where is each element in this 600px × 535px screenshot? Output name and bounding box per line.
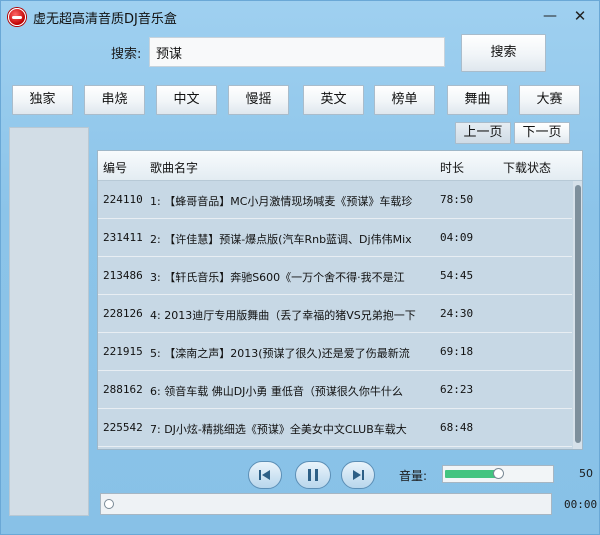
volume-value: 50 (579, 467, 593, 480)
table-scrollbar[interactable] (573, 181, 582, 449)
prev-track-button[interactable] (248, 461, 282, 489)
song-id: 221915 (103, 345, 143, 358)
song-duration: 62:23 (440, 383, 474, 396)
search-button[interactable]: 搜索 (461, 34, 546, 72)
next-page-button[interactable]: 下一页 (514, 122, 570, 144)
table-row[interactable]: 224110 1: 【蜂哥音品】MC小月激情现场喊麦《预谋》车载珍 78:50 (98, 181, 572, 219)
scrollbar-thumb[interactable] (575, 185, 581, 443)
table-row[interactable]: 225542 7: DJ小炫-精挑细选《预谋》全美女中文CLUB车载大 68:48 (98, 409, 572, 447)
song-name: 2: 【许佳慧】预谋-爆点版(汽车Rnb蓝调、Dj伟伟Mix (150, 233, 412, 246)
volume-slider[interactable] (442, 465, 554, 483)
volume-knob[interactable] (493, 468, 504, 479)
skip-back-icon (258, 469, 272, 481)
time-label: 00:00 (564, 498, 598, 511)
category-tab[interactable]: 榜单 (374, 85, 435, 115)
app-window: 虚无超高清音质DJ音乐盒 — ✕ 搜索: 搜索 独家串烧中文慢摇英文榜单舞曲大赛… (0, 0, 600, 535)
table-row[interactable]: 228126 4: 2013迪厅专用版舞曲（丢了幸福的猪VS兄弟抱一下 24:30 (98, 295, 572, 333)
progress-knob[interactable] (104, 499, 114, 509)
table-row[interactable]: 288162 6: 领音车载 佛山DJ小勇 重低音（预谋很久你牛什么 62:23 (98, 371, 572, 409)
prev-page-button[interactable]: 上一页 (455, 122, 511, 144)
pause-icon (307, 468, 319, 482)
column-header-id: 编号 (103, 161, 128, 175)
column-header-name: 歌曲名字 (150, 161, 199, 175)
song-name: 7: DJ小炫-精挑细选《预谋》全美女中文CLUB车载大 (150, 423, 407, 436)
category-tab[interactable]: 大赛 (519, 85, 580, 115)
category-tab[interactable]: 慢摇 (228, 85, 289, 115)
close-button[interactable]: ✕ (569, 7, 591, 25)
column-header-duration: 时长 (440, 161, 465, 175)
song-id: 225542 (103, 421, 143, 434)
song-duration: 24:30 (440, 307, 474, 320)
minimize-button[interactable]: — (539, 7, 561, 25)
window-title: 虚无超高清音质DJ音乐盒 (33, 12, 177, 27)
song-name: 5: 【滦南之声】2013(预谋了很久)还是爱了伤最新流 (150, 347, 410, 360)
song-duration: 78:50 (440, 193, 474, 206)
song-duration: 54:45 (440, 269, 474, 282)
category-tab[interactable]: 英文 (303, 85, 364, 115)
column-header-status: 下载状态 (503, 161, 552, 175)
song-name: 6: 领音车载 佛山DJ小勇 重低音（预谋很久你牛什么 (150, 385, 403, 398)
skip-forward-icon (351, 469, 365, 481)
volume-fill (445, 470, 498, 478)
song-duration: 69:18 (440, 345, 474, 358)
table-row[interactable]: 221915 5: 【滦南之声】2013(预谋了很久)还是爱了伤最新流 69:18 (98, 333, 572, 371)
next-track-button[interactable] (341, 461, 375, 489)
play-pause-button[interactable] (295, 461, 331, 489)
title-bar[interactable]: 虚无超高清音质DJ音乐盒 — ✕ (1, 1, 600, 31)
table-row[interactable]: 213486 3: 【轩氏音乐】奔驰S600《一万个舍不得·我不是江 54:45 (98, 257, 572, 295)
song-name: 1: 【蜂哥音品】MC小月激情现场喊麦《预谋》车载珍 (150, 195, 413, 208)
search-input[interactable] (149, 37, 445, 67)
table-header: 编号 歌曲名字 时长 下载状态 (98, 151, 582, 181)
table-row[interactable]: 231411 2: 【许佳慧】预谋-爆点版(汽车Rnb蓝调、Dj伟伟Mix 04:0… (98, 219, 572, 257)
song-id: 213486 (103, 269, 143, 282)
category-tab[interactable]: 舞曲 (447, 85, 508, 115)
volume-label: 音量: (399, 469, 428, 483)
song-id: 228126 (103, 307, 143, 320)
category-tab[interactable]: 串烧 (84, 85, 145, 115)
progress-slider[interactable] (100, 493, 552, 515)
app-logo-icon (8, 8, 26, 26)
song-name: 4: 2013迪厅专用版舞曲（丢了幸福的猪VS兄弟抱一下 (150, 309, 416, 322)
category-tab[interactable]: 独家 (12, 85, 73, 115)
song-duration: 68:48 (440, 421, 474, 434)
song-table: 编号 歌曲名字 时长 下载状态 224110 1: 【蜂哥音品】MC小月激情现场喊… (97, 150, 583, 450)
song-id: 224110 (103, 193, 143, 206)
song-id: 288162 (103, 383, 143, 396)
left-panel (9, 127, 89, 516)
song-duration: 04:09 (440, 231, 474, 244)
category-tab[interactable]: 中文 (156, 85, 217, 115)
song-name: 3: 【轩氏音乐】奔驰S600《一万个舍不得·我不是江 (150, 271, 405, 284)
search-label: 搜索: (111, 47, 142, 62)
song-id: 231411 (103, 231, 143, 244)
